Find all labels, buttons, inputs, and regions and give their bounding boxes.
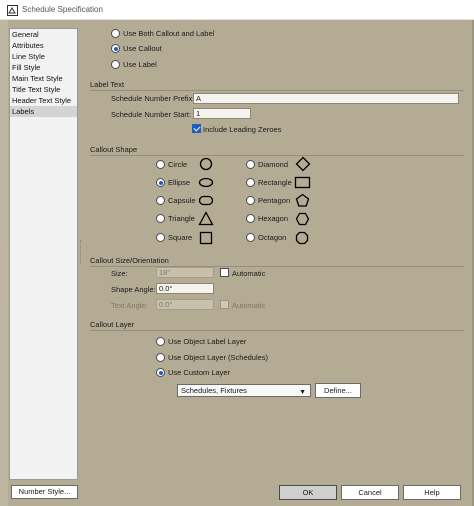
leading-zeroes-label: Include Leading Zeroes (203, 125, 282, 134)
define-button[interactable]: Define... (315, 383, 361, 398)
edge-decoration (0, 250, 3, 310)
nav-item-labels[interactable]: Labels (10, 106, 77, 117)
number-style-button[interactable]: Number Style... (11, 485, 78, 499)
shape-label-pentagon: Pentagon (258, 196, 291, 205)
help-button[interactable]: Help (403, 485, 461, 500)
radio-object-layer-label: Use Object Layer (Schedules) (168, 353, 269, 362)
shape-radio-pentagon[interactable] (246, 196, 255, 205)
hexagon-icon (295, 212, 310, 226)
radio-object-layer[interactable] (156, 353, 165, 362)
radio-object-label-layer-label: Use Object Label Layer (168, 337, 247, 346)
app-icon (7, 5, 18, 16)
text-angle-label: Text Angle: (111, 301, 148, 310)
square-icon (199, 231, 213, 245)
diamond-icon (295, 156, 311, 172)
triangle-icon (198, 211, 214, 226)
shape-radio-capsule[interactable] (156, 196, 165, 205)
capsule-icon (198, 195, 214, 206)
callout-shape-group-title: Callout Shape (90, 145, 138, 154)
size-label: Size: (111, 269, 128, 278)
prefix-input[interactable]: A (193, 93, 459, 104)
shape-label-octagon: Octagon (258, 233, 287, 242)
nav-item-header-text-style[interactable]: Header Text Style (10, 95, 77, 106)
size-input[interactable]: 18" (156, 267, 214, 278)
shape-label-triangle: Triangle (168, 214, 195, 223)
cancel-button[interactable]: Cancel (341, 485, 399, 500)
shape-label-rectangle: Rectangle (258, 178, 292, 187)
text-angle-input[interactable]: 0.0° (156, 299, 214, 310)
callout-size-group-title: Callout Size/Orientation (90, 256, 169, 265)
radio-use-callout[interactable] (111, 44, 120, 53)
shape-radio-ellipse[interactable] (156, 178, 165, 187)
radio-use-both-label: Use Both Callout and Label (123, 29, 215, 38)
shape-label-hexagon: Hexagon (258, 214, 289, 223)
layer-select-value: Schedules, Fixtures (181, 386, 247, 395)
shape-radio-square[interactable] (156, 233, 165, 242)
circle-icon (199, 157, 213, 171)
rectangle-icon (294, 176, 311, 189)
radio-object-label-layer[interactable] (156, 337, 165, 346)
nav-item-general[interactable]: General (10, 29, 77, 40)
shape-label-diamond: Diamond (258, 160, 289, 169)
shape-radio-triangle[interactable] (156, 214, 165, 223)
window-title: Schedule Specification (22, 5, 103, 14)
shape-label-ellipse: Ellipse (168, 178, 191, 187)
shape-radio-hexagon[interactable] (246, 214, 255, 223)
nav-item-attributes[interactable]: Attributes (10, 40, 77, 51)
shape-radio-octagon[interactable] (246, 233, 255, 242)
callout-size-divider (90, 266, 464, 267)
shape-radio-circle[interactable] (156, 160, 165, 169)
radio-use-both[interactable] (111, 29, 120, 38)
category-nav[interactable]: General Attributes Line Style Fill Style… (9, 28, 78, 480)
size-automatic-label: Automatic (232, 269, 266, 278)
shape-label-capsule: Capsule (168, 196, 196, 205)
label-text-group-title: Label Text (90, 80, 125, 89)
shape-label-circle: Circle (168, 160, 188, 169)
layer-select[interactable]: Schedules, Fixtures ▼ (177, 384, 311, 397)
radio-use-callout-label: Use Callout (123, 44, 162, 53)
radio-use-label-label: Use Label (123, 60, 157, 69)
chevron-down-icon: ▼ (299, 389, 306, 396)
start-input[interactable]: 1 (193, 108, 251, 119)
ok-button[interactable]: OK (279, 485, 337, 500)
leading-zeroes-checkbox[interactable] (192, 124, 201, 133)
radio-custom-layer-label: Use Custom Layer (168, 368, 231, 377)
shape-angle-input[interactable]: 0.0° (156, 283, 214, 294)
title-bar: Schedule Specification (0, 0, 474, 20)
text-automatic-checkbox[interactable] (220, 300, 229, 309)
text-automatic-label: Automatic (232, 301, 266, 310)
pentagon-icon (295, 193, 310, 207)
shape-angle-label: Shape Angle: (111, 285, 156, 294)
shape-radio-diamond[interactable] (246, 160, 255, 169)
start-label: Schedule Number Start: (111, 110, 192, 119)
callout-shape-divider (90, 155, 464, 156)
callout-layer-group-title: Callout Layer (90, 320, 135, 329)
size-automatic-checkbox[interactable] (220, 268, 229, 277)
shape-radio-rectangle[interactable] (246, 178, 255, 187)
prefix-label: Schedule Number Prefix: (111, 94, 195, 103)
radio-custom-layer[interactable] (156, 368, 165, 377)
nav-item-line-style[interactable]: Line Style (10, 51, 77, 62)
shape-label-square: Square (168, 233, 193, 242)
callout-layer-divider (90, 330, 464, 331)
nav-item-fill-style[interactable]: Fill Style (10, 62, 77, 73)
label-text-divider (90, 90, 464, 91)
nav-item-title-text-style[interactable]: Title Text Style (10, 84, 77, 95)
ellipse-icon (198, 177, 214, 188)
splitter-handle[interactable] (80, 240, 83, 264)
nav-item-main-text-style[interactable]: Main Text Style (10, 73, 77, 84)
radio-use-label[interactable] (111, 60, 120, 69)
octagon-icon (295, 231, 309, 245)
